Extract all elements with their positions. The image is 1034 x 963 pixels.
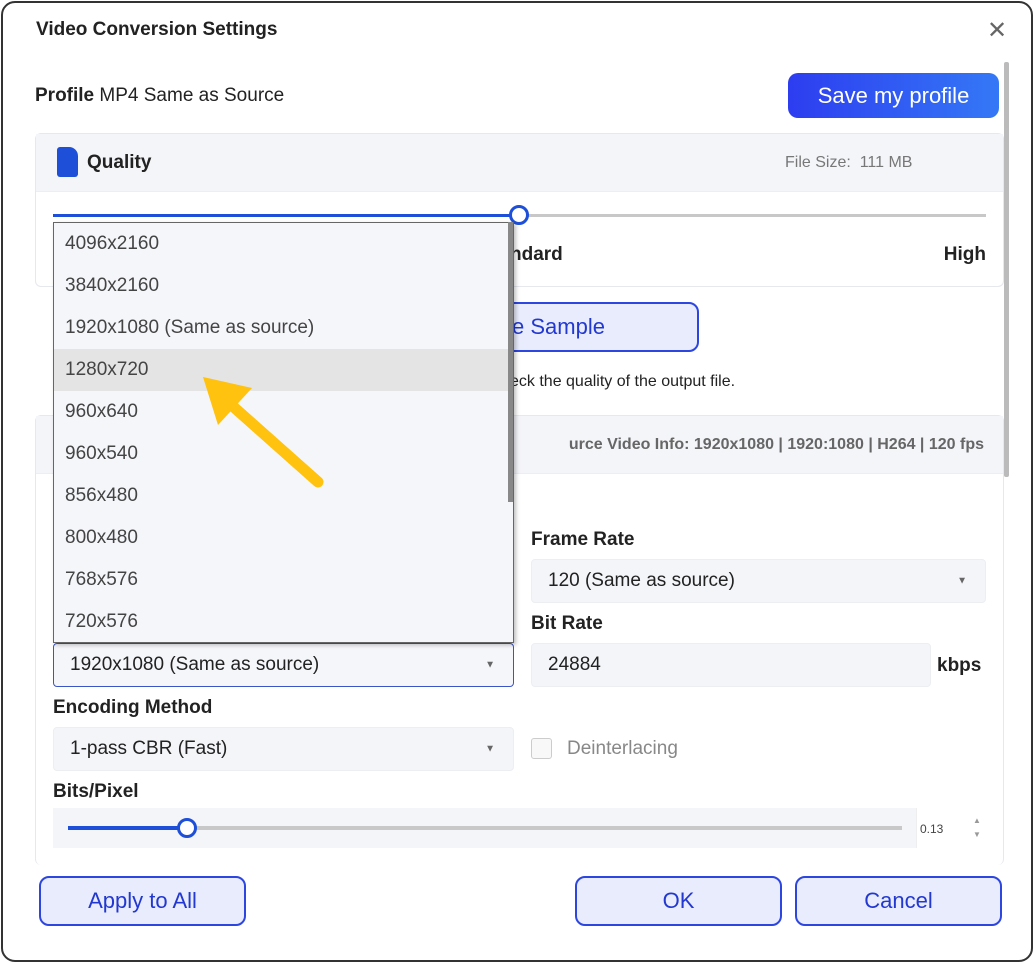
annotation-arrow-icon [203, 377, 324, 488]
